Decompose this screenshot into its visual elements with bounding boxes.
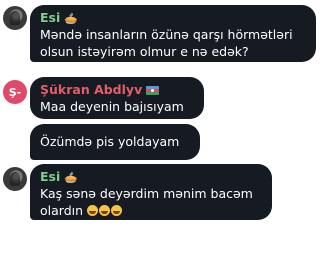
laughing-face-icon [87, 205, 99, 216]
message-text: Özümdə pis yoldayam [40, 134, 180, 149]
message-text-line: olardın 😂😂😂 [40, 202, 262, 219]
pie-icon: 🥧 [64, 11, 78, 25]
sender-name-label: Esi [40, 169, 61, 184]
message-bubble-sukran-2[interactable]: Özümdə pis yoldayam [30, 124, 200, 160]
avatar-photo-figure [10, 172, 20, 186]
avatar-sukran[interactable]: Ş- [3, 80, 27, 104]
message-text: Maa deyenin bajısıyam [40, 99, 184, 114]
sender-name-label: Şükran Abdlyv [40, 82, 143, 97]
message-bubble-esi-2[interactable]: Esi 🥧 Kaş sənə deyərdim mənim bacəm olar… [30, 164, 272, 220]
laughing-emoji-icons: 😂😂😂 [83, 203, 123, 218]
message-bubble-sukran-1[interactable]: Şükran Abdlyv Maa deyenin bajısıyam [30, 77, 204, 119]
pie-icon: 🥧 [64, 170, 78, 184]
message-bubble-esi-1[interactable]: Esi 🥧 Məndə insanların özünə qarşı hörmə… [30, 5, 316, 62]
message-text-line: Məndə insanların özünə qarşı hörmətləri [40, 27, 293, 42]
laughing-face-icon [111, 205, 123, 216]
avatar-initials-label: Ş- [8, 85, 22, 99]
sender-name-label: Esi [40, 10, 61, 25]
laughing-face-icon [99, 205, 111, 216]
message-text-fragment: olardın [40, 203, 84, 218]
message-text-line: olsun istəyirəm olmur e nə edək? [40, 44, 249, 59]
avatar-photo-figure [10, 11, 20, 25]
message-text-line: Kaş sənə deyərdim mənim bacəm [40, 186, 253, 201]
sender-name-esi[interactable]: Esi 🥧 [40, 10, 306, 26]
avatar-esi[interactable] [3, 167, 27, 191]
avatar-esi[interactable] [3, 6, 27, 30]
sender-name-sukran[interactable]: Şükran Abdlyv [40, 82, 194, 98]
sender-name-esi[interactable]: Esi 🥧 [40, 169, 262, 185]
azerbaijan-flag-icon [146, 85, 160, 95]
